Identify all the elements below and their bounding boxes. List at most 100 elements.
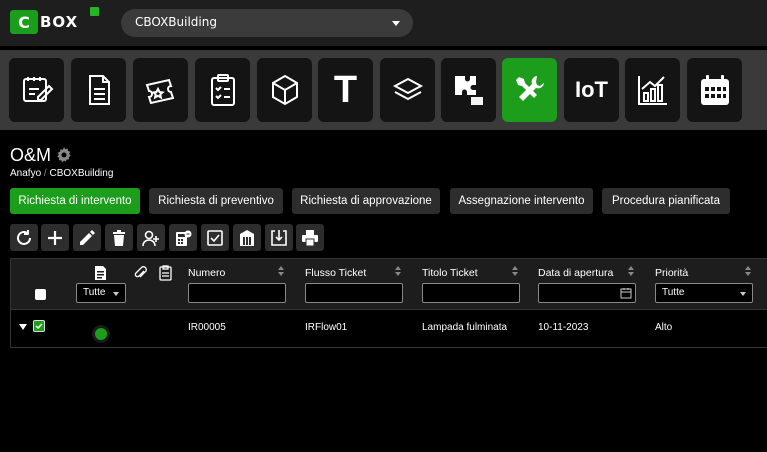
calculator-button[interactable] bbox=[169, 224, 197, 251]
type-filter-value: Tutte bbox=[83, 287, 106, 298]
module-3d[interactable] bbox=[257, 58, 312, 122]
logo-letter: C bbox=[10, 10, 38, 34]
planner-icon bbox=[22, 77, 53, 102]
sort-icon[interactable] bbox=[278, 266, 284, 276]
cell-numero: IR00005 bbox=[188, 322, 226, 333]
approve-button[interactable] bbox=[201, 224, 229, 251]
column-priorita[interactable]: Priorità bbox=[655, 267, 688, 279]
print-button[interactable] bbox=[296, 224, 324, 251]
sort-icon[interactable] bbox=[745, 266, 751, 276]
calendar-picker-icon[interactable] bbox=[620, 287, 632, 299]
attachment-icon bbox=[134, 266, 147, 278]
refresh-icon bbox=[17, 229, 31, 245]
breadcrumb-root[interactable]: Anafyo bbox=[10, 168, 41, 179]
column-titolo-ticket[interactable]: Titolo Ticket bbox=[422, 267, 478, 279]
priority-filter-value: Tutte bbox=[662, 287, 685, 298]
status-dot bbox=[95, 328, 107, 340]
module-checklist[interactable] bbox=[195, 58, 250, 122]
edit-icon bbox=[80, 229, 95, 245]
column-data-apertura[interactable]: Data di apertura bbox=[538, 267, 613, 279]
tab-procedura-pianificata[interactable]: Procedura pianificata bbox=[602, 188, 730, 214]
priority-filter-select[interactable]: Tutte bbox=[655, 283, 753, 303]
data-filter-input[interactable] bbox=[538, 283, 636, 303]
breadcrumb-separator: / bbox=[43, 168, 47, 179]
delete-icon bbox=[113, 229, 125, 246]
expand-row-icon[interactable] bbox=[19, 324, 27, 330]
print-icon bbox=[302, 229, 318, 246]
module-integrations[interactable] bbox=[441, 58, 496, 122]
export-button[interactable] bbox=[265, 224, 293, 251]
sort-icon[interactable] bbox=[512, 266, 518, 276]
assign-user-button[interactable] bbox=[137, 224, 165, 251]
tab-richiesta-approvazione[interactable]: Richiesta di approvazione bbox=[292, 188, 440, 214]
iot-icon: IoT bbox=[575, 77, 608, 102]
type-filter-select[interactable]: Tutte bbox=[76, 283, 126, 303]
module-bar: T IoT bbox=[0, 50, 767, 130]
table-header: Tutte Numero Flusso Ticket Titolo Ticket… bbox=[10, 258, 767, 310]
check-icon bbox=[35, 323, 43, 330]
table-row[interactable]: IR00005 IRFlow01 Lampada fulminata 10-11… bbox=[10, 310, 767, 348]
module-tickets[interactable] bbox=[133, 58, 188, 122]
column-flusso-ticket[interactable]: Flusso Ticket bbox=[305, 267, 366, 279]
checklist-column-icon bbox=[159, 265, 172, 281]
module-analytics[interactable] bbox=[625, 58, 680, 122]
layers-icon bbox=[392, 77, 423, 101]
document-type-icon bbox=[95, 266, 106, 280]
module-maintenance[interactable] bbox=[502, 58, 557, 122]
titolo-filter-input[interactable] bbox=[422, 283, 520, 303]
breadcrumb-current: CBOXBuilding bbox=[49, 168, 114, 179]
cell-priorita: Alto bbox=[655, 322, 673, 333]
logo-mark bbox=[90, 7, 99, 16]
edit-button[interactable] bbox=[73, 224, 101, 251]
flusso-filter-input[interactable] bbox=[305, 283, 403, 303]
breadcrumb: Anafyo / CBOXBuilding bbox=[10, 168, 113, 179]
module-documents[interactable] bbox=[71, 58, 126, 122]
tab-richiesta-preventivo[interactable]: Richiesta di preventivo bbox=[149, 188, 283, 214]
module-text[interactable]: T bbox=[318, 58, 373, 122]
module-planner[interactable] bbox=[9, 58, 64, 122]
building-select-value: CBOXBuilding bbox=[135, 15, 217, 29]
cell-titolo: Lampada fulminata bbox=[422, 322, 508, 333]
top-bar: C BOX CBOXBuilding bbox=[0, 0, 767, 46]
status-indicator bbox=[92, 325, 110, 343]
calendar-icon bbox=[700, 75, 729, 105]
tab-assegnazione-intervento[interactable]: Assegnazione intervento bbox=[450, 188, 593, 214]
column-numero[interactable]: Numero bbox=[188, 267, 225, 279]
building-select[interactable]: CBOXBuilding bbox=[121, 9, 413, 37]
logo-text: BOX bbox=[40, 13, 79, 31]
cell-flusso: IRFlow01 bbox=[305, 322, 348, 333]
refresh-button[interactable] bbox=[10, 224, 38, 251]
tab-richiesta-intervento[interactable]: Richiesta di intervento bbox=[10, 188, 140, 214]
module-layers[interactable] bbox=[380, 58, 435, 122]
gear-icon[interactable] bbox=[56, 147, 72, 163]
module-iot[interactable]: IoT bbox=[564, 58, 619, 122]
add-button[interactable] bbox=[41, 224, 69, 251]
sort-icon[interactable] bbox=[395, 266, 401, 276]
row-checkbox[interactable] bbox=[33, 320, 45, 332]
checklist-icon bbox=[207, 229, 223, 246]
page-title: O&M bbox=[10, 145, 52, 165]
building-button[interactable] bbox=[233, 224, 261, 251]
chevron-down-icon bbox=[113, 292, 119, 296]
module-calendar[interactable] bbox=[687, 58, 742, 122]
cbox-logo[interactable]: C BOX bbox=[10, 7, 99, 36]
select-all-checkbox[interactable] bbox=[35, 289, 46, 300]
tickets-icon bbox=[145, 78, 174, 105]
chart-icon bbox=[637, 76, 667, 105]
chevron-down-icon bbox=[740, 292, 746, 296]
tickets-table: Tutte Numero Flusso Ticket Titolo Ticket… bbox=[10, 258, 767, 352]
puzzle-icon bbox=[454, 76, 483, 105]
clipboard-icon bbox=[210, 74, 235, 106]
add-icon bbox=[48, 230, 62, 245]
cube-icon bbox=[271, 74, 298, 106]
sort-icon[interactable] bbox=[628, 266, 634, 276]
cell-data: 10-11-2023 bbox=[538, 322, 589, 333]
document-icon bbox=[88, 75, 110, 105]
numero-filter-input[interactable] bbox=[188, 283, 286, 303]
chevron-down-icon bbox=[392, 21, 400, 26]
export-icon bbox=[271, 229, 287, 246]
text-icon: T bbox=[333, 68, 358, 111]
tools-icon bbox=[515, 76, 544, 101]
calculator-icon bbox=[176, 230, 192, 246]
delete-button[interactable] bbox=[105, 224, 133, 251]
